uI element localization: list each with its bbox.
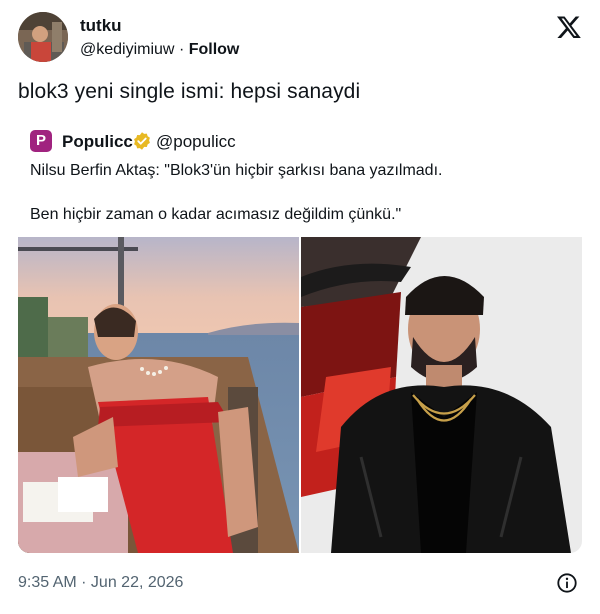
tweet-text: blok3 yeni single ismi: hepsi sanaydi (18, 80, 361, 103)
quoted-text-line-2: Ben hiçbir zaman o kadar acımasız değild… (30, 206, 402, 223)
author-handle[interactable]: @kediyimiuw (80, 41, 174, 58)
quoted-author-handle: @populicc (156, 132, 236, 151)
quoted-tweet[interactable]: P Populicc @populicc Nilsu Berfin Aktaş:… (18, 120, 582, 554)
author-avatar[interactable] (18, 12, 68, 62)
quoted-text-line-1: Nilsu Berfin Aktaş: "Blok3'ün hiçbir şar… (30, 162, 443, 179)
quoted-avatar[interactable]: P (30, 130, 52, 152)
follow-button[interactable]: Follow (189, 41, 240, 58)
info-icon[interactable] (556, 572, 578, 594)
separator: · (178, 41, 185, 58)
woman-in-red-dress-photo[interactable] (18, 237, 299, 553)
verified-badge-icon (134, 132, 150, 150)
author-handle-row: @kediyimiuw · Follow (80, 41, 239, 59)
author-name[interactable]: tutku (80, 16, 122, 36)
man-in-leather-jacket-photo[interactable] (301, 237, 582, 553)
quoted-author-name[interactable]: Populicc (62, 132, 133, 152)
tweet-timestamp[interactable]: 9:35 AM · Jun 22, 2026 (18, 574, 183, 592)
x-logo-icon[interactable] (556, 14, 582, 40)
